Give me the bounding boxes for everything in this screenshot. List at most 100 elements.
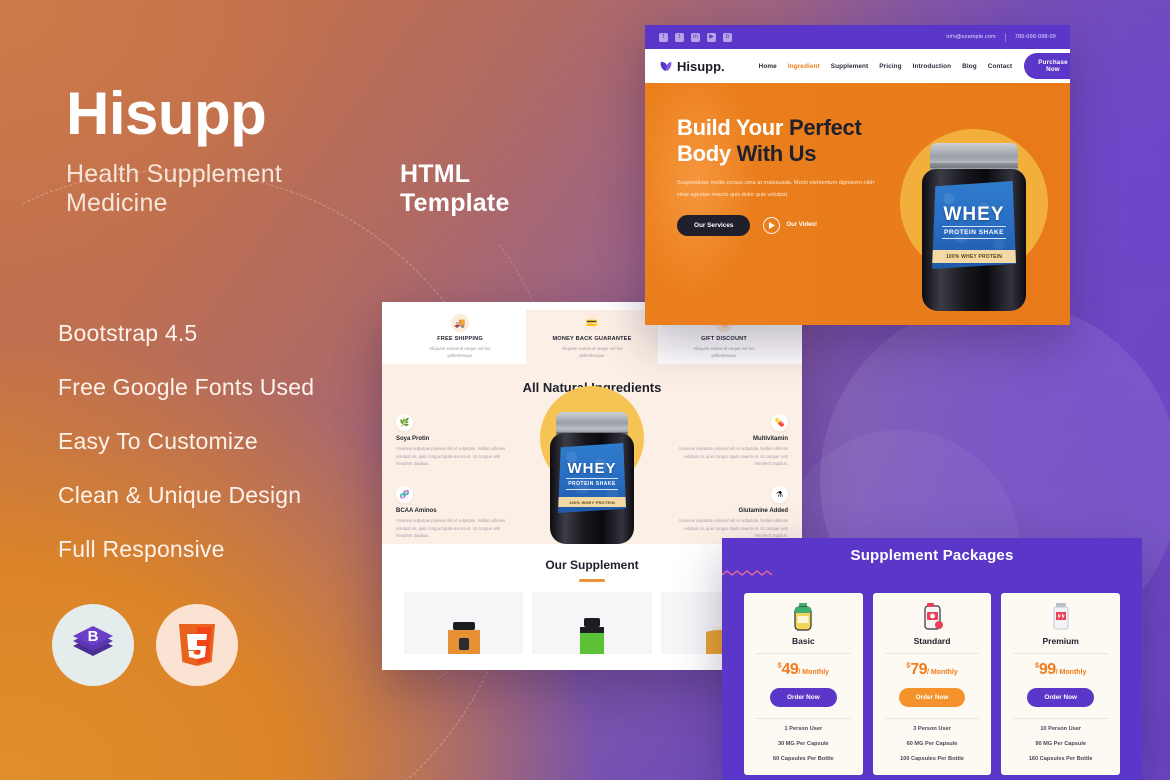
phone-link[interactable]: 786-098-098-09 [1015,34,1056,40]
divider [884,718,980,719]
plan-amount: 99 [1038,661,1056,678]
leaf-icon: 🌿 [396,414,413,431]
shipping-icon: 🚚 [451,314,469,332]
ingredient-soya-protin: 🌿 Soya Protin Vivamus vulputate pulvinar… [396,412,508,468]
divider [1013,653,1109,654]
hero-heading-dark-1: Perfect [789,115,862,140]
nav-item-introduction[interactable]: Introduction [913,63,951,70]
plan-price: $99/ Monthly [1007,661,1114,679]
site-navbar: Hisupp. Home Ingredient Supplement Prici… [645,49,1070,83]
plan-feature: 30 MG Per Capsule [777,741,829,747]
hero-heading-white-2: Body [677,140,731,166]
purchase-now-button[interactable]: Purchase Now [1024,53,1070,79]
linkedin-icon[interactable]: in [691,32,700,42]
service-card-free-shipping: 🚚 FREE SHIPPING Aliquam euismod neque ve… [394,310,526,364]
behance-icon[interactable]: b [723,32,732,42]
plan-period: / Monthly [1055,669,1087,676]
nav-item-supplement[interactable]: Supplement [831,63,869,70]
page-title: Hisupp [66,80,267,147]
supplement-product-green[interactable] [532,591,652,654]
social-links: f t in ▶ b [659,32,732,42]
feature-item: Clean & Unique Design [58,482,302,508]
html5-logo-badge [156,604,238,686]
promo-subtitle: Health Supplement Medicine HTML Template [66,160,586,218]
hero-section: Build Your Perfect Body With Us Suspendi… [645,83,1070,325]
nav-item-blog[interactable]: Blog [962,63,977,70]
site-logo-text: Hisupp. [677,58,725,74]
svg-text:B: B [88,628,99,645]
divider [884,653,980,654]
jar-band-text: 100% WHEY PROTEIN [945,253,1003,260]
plan-feature: 160 Capsules Per Bottle [1028,756,1093,762]
pricing-heading: Supplement Packages [850,547,1014,564]
glutamine-icon: ⚗ [771,486,788,503]
plan-feature: 1 Person User [784,726,823,732]
tech-badges: B [52,604,238,686]
bottle-standard-icon [879,602,986,632]
product-jar-icon [579,617,604,654]
service-text: Aliquam euismod neque vel leo pellentesq… [429,346,491,359]
ingredient-name: Multivitamin [752,436,788,442]
plan-feature: 60 MG Per Capsule [906,741,958,747]
plan-period: / Monthly [927,669,958,676]
bottle-premium-icon [1007,602,1114,632]
hero-heading-line2: Body With Us [677,141,907,167]
order-now-button[interactable]: Order Now [1027,688,1095,707]
play-icon [763,216,781,234]
pricing-card-standard: Standard $79/ Monthly Order Now 3 Person… [872,593,992,775]
ingredient-text: Vivamus vulputate pulvinar elit et vulpu… [678,446,788,467]
hero-paragraph: Suspendisse mollis cursus urna at malesu… [677,180,875,198]
nav-item-contact[interactable]: Contact [988,63,1013,70]
supplement-product-orange[interactable] [404,591,524,654]
service-title: FREE SHIPPING [437,336,483,342]
ingredients-section: All Natural Ingredients WHEY PROTEIN SHA… [382,364,802,544]
plan-price: $79/ Monthly [879,661,986,679]
ingredients-grid: 🌿 Soya Protin Vivamus vulputate pulvinar… [382,408,802,544]
ingredient-name: Glutamine Added [738,508,788,514]
our-services-button[interactable]: Our Services [677,214,751,236]
whey-jar: WHEY PROTEIN SHAKE 100% WHEY PROTEIN [922,143,1026,311]
ingredient-glutamine-added: ⚗ Glutamine Added Vivamus vulputate pulv… [676,484,788,540]
ingredient-name: BCAA Aminos [396,508,437,514]
feature-list: Bootstrap 4.5 Free Google Fonts Used Eas… [58,320,314,590]
hero-page-mockup: f t in ▶ b info@example.com 786-098-098-… [645,25,1070,325]
bottle-basic-icon [750,602,857,632]
twitter-icon[interactable]: t [675,32,684,42]
email-link[interactable]: info@example.com [946,34,995,40]
promo-headline-block: Hisupp Health Supplement Medicine HTML T… [66,84,586,218]
plan-price: $49/ Monthly [750,661,857,679]
pricing-card-basic: Basic $49/ Monthly Order Now 1 Person Us… [744,593,863,775]
our-video-label: Our Video! [786,222,817,229]
order-now-button[interactable]: Order Now [770,688,837,707]
leaf-logo-icon [660,61,672,72]
pricing-page-mockup: Supplement Packages Basic $49/ Monthly O… [722,538,1142,780]
ingredient-name: Soya Protin [396,436,430,442]
feature-item: Free Google Fonts Used [58,374,315,400]
vitamin-icon: 💊 [771,414,788,431]
nav-item-home[interactable]: Home [759,63,777,70]
divider [756,653,851,654]
plan-amount: 49 [781,661,799,678]
our-video-button[interactable]: Our Video! [763,216,817,234]
facebook-icon[interactable]: f [659,32,668,42]
nav-item-pricing[interactable]: Pricing [879,63,901,70]
plan-name: Basic [791,636,815,646]
promo-subtitle-light: Health Supplement Medicine [66,160,283,217]
plan-amount: 79 [910,661,927,678]
youtube-icon[interactable]: ▶ [707,32,716,42]
divider [756,718,851,719]
plan-name: Standard [913,636,951,646]
nav-item-ingredient[interactable]: Ingredient [788,63,820,70]
amino-icon: 🧬 [396,486,413,503]
topbar-divider [1004,32,1006,42]
ingredient-multivitamin: 💊 Multivitamin Vivamus vulputate pulvina… [676,412,788,468]
zigzag-divider-icon [722,570,773,576]
order-now-button[interactable]: Order Now [898,688,966,707]
nav-links: Home Ingredient Supplement Pricing Intro… [759,63,1013,70]
plan-feature: 60 Capsules Per Bottle [773,756,834,762]
jar-band: 100% WHEY PROTEIN [932,250,1016,263]
plan-period: / Monthly [798,669,830,676]
site-logo[interactable]: Hisupp. [659,59,725,74]
product-jar-icon [447,621,480,654]
ingredient-text: Vivamus vulputate pulvinar elit et vulpu… [396,446,506,467]
